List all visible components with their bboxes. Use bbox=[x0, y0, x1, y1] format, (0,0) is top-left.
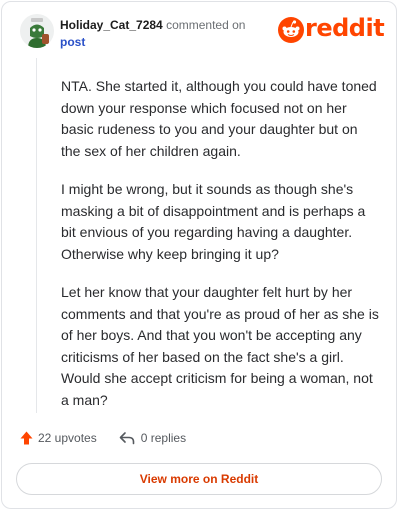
view-more-button[interactable]: View more on Reddit bbox=[16, 463, 382, 495]
username[interactable]: Holiday_Cat_7284 bbox=[60, 18, 163, 32]
reply-count: 0 replies bbox=[140, 431, 187, 445]
reddit-wordmark: reddit bbox=[305, 14, 385, 42]
commented-on-label: commented on bbox=[166, 18, 246, 32]
thread-line bbox=[36, 58, 37, 413]
upvote-arrow-icon bbox=[20, 431, 33, 445]
avatar-icon[interactable] bbox=[20, 14, 54, 48]
upvote-button[interactable]: 22 upvotes bbox=[20, 431, 97, 445]
comment-body: NTA. She started it, although you could … bbox=[61, 76, 379, 428]
comment-paragraph: Let her know that your daughter felt hur… bbox=[61, 284, 379, 408]
comment-actions: 22 upvotes 0 replies bbox=[20, 428, 186, 448]
upvote-count: 22 upvotes bbox=[38, 431, 97, 445]
comment-paragraph: I might be wrong, but it sounds as thoug… bbox=[61, 181, 366, 262]
reddit-logo[interactable]: reddit bbox=[278, 14, 385, 46]
reddit-alien-icon bbox=[278, 17, 304, 43]
reply-arrow-icon bbox=[119, 432, 135, 445]
replies-button[interactable]: 0 replies bbox=[119, 431, 186, 445]
comment-header: Holiday_Cat_7284 commented on post reddi… bbox=[20, 14, 385, 54]
post-link[interactable]: post bbox=[60, 34, 245, 51]
comment-meta: Holiday_Cat_7284 commented on post bbox=[60, 17, 245, 51]
comment-paragraph: NTA. She started it, although you could … bbox=[61, 78, 377, 159]
